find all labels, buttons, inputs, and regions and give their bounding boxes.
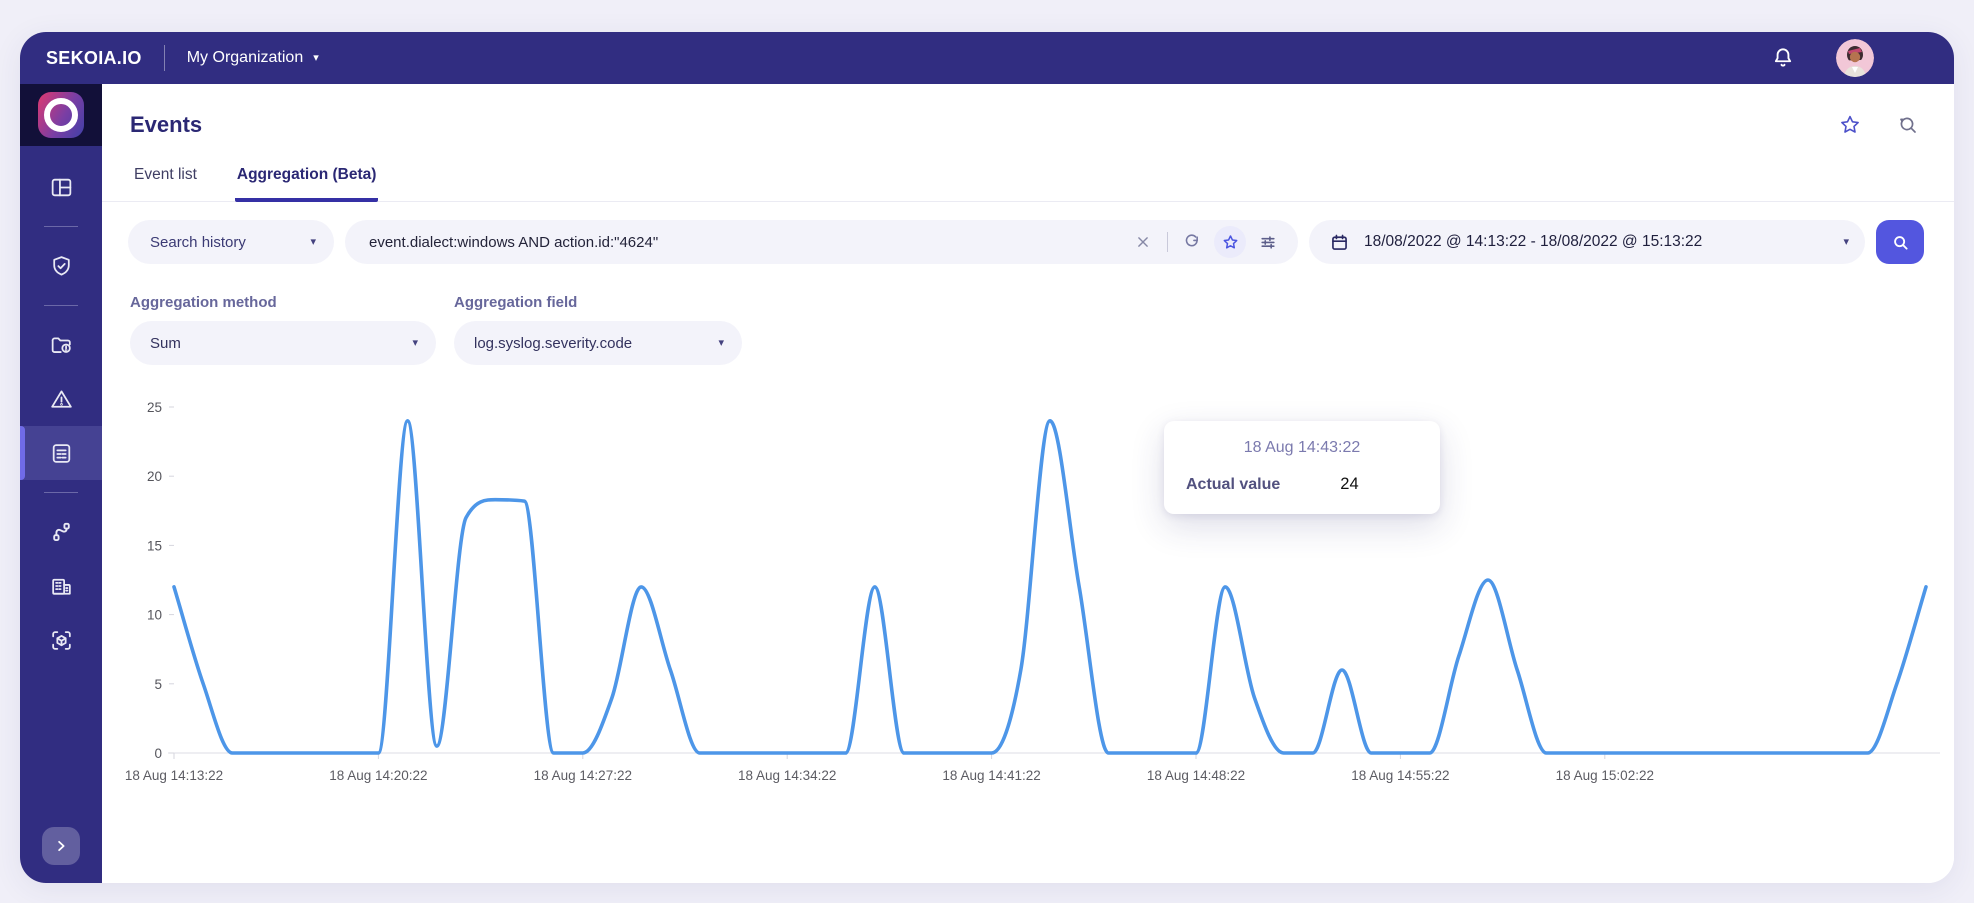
topbar-divider (163, 45, 165, 71)
main-content: Events Event list Aggregation (Beta) Sea… (102, 84, 1954, 883)
calendar-icon (1332, 234, 1347, 250)
y-axis-label: 10 (147, 608, 162, 623)
active-item-accent (20, 426, 25, 480)
aggregation-field-select[interactable]: log.syslog.severity.code ▾ (454, 321, 742, 365)
x-axis-label: 18 Aug 14:55:22 (1351, 768, 1449, 783)
y-axis-label: 25 (147, 400, 162, 415)
page-title: Events (130, 112, 203, 137)
date-range-picker[interactable]: 18/08/2022 @ 14:13:22 - 18/08/2022 @ 15:… (1309, 220, 1865, 264)
user-avatar[interactable] (1836, 39, 1874, 77)
alert-triangle-icon (50, 389, 72, 408)
notifications-button[interactable] (1770, 45, 1796, 71)
brand-logo-text: SEKOIA.IO (46, 47, 142, 68)
sidebar-divider (44, 492, 78, 493)
x-axis-label: 18 Aug 14:13:22 (125, 768, 223, 783)
query-field (345, 220, 1298, 264)
tooltip-time: 18 Aug 14:43:22 (1243, 439, 1361, 456)
sidebar-divider (44, 305, 78, 306)
tab-aggregation[interactable]: Aggregation (Beta) (234, 166, 379, 202)
sidebar-item-playground[interactable] (20, 613, 102, 667)
sekoia-logo-icon (38, 92, 84, 138)
x-axis-label: 18 Aug 14:34:22 (738, 768, 836, 783)
x-axis-label: 18 Aug 14:41:22 (942, 768, 1040, 783)
sidebar-item-community[interactable] (20, 559, 102, 613)
tab-event-list[interactable]: Event list (132, 166, 199, 201)
x-axis-label: 18 Aug 14:48:22 (1147, 768, 1245, 783)
y-axis-label: 15 (147, 538, 162, 553)
favorite-star-icon (1841, 115, 1859, 133)
refresh-icon (1185, 234, 1198, 247)
sidebar-item-events[interactable] (20, 426, 102, 480)
search-query-input[interactable] (367, 232, 1127, 252)
clear-icon (1138, 237, 1148, 247)
search-history-dropdown[interactable]: Search history ▾ (128, 220, 334, 264)
sidebar-item-dashboard[interactable] (20, 160, 102, 214)
chevron-down-icon: ▾ (1843, 235, 1849, 248)
clear-query-button[interactable] (1127, 226, 1159, 258)
advanced-filters-button[interactable] (1252, 226, 1284, 258)
chevron-down-icon: ▾ (310, 235, 316, 248)
x-axis-label: 18 Aug 14:20:22 (329, 768, 427, 783)
y-axis-label: 20 (147, 469, 162, 484)
sidebar-item-alerts[interactable] (20, 372, 102, 426)
chevron-down-icon: ▾ (718, 336, 724, 349)
line-chart: 0 5 10 15 20 25 18 Aug 14:13:22 18 Aug 14:20:22… (125, 400, 1940, 783)
chevron-down-icon: ▾ (412, 336, 418, 349)
aggregation-method-label: Aggregation method (130, 294, 277, 311)
sidebar-item-intakes[interactable] (20, 505, 102, 559)
chevron-down-icon: ▾ (313, 51, 319, 64)
aggregation-chart: 0 5 10 15 20 25 18 Aug 14:13:22 18 Aug 14:20:22… (116, 391, 1944, 801)
shield-check-icon (52, 255, 70, 276)
chevron-right-icon (58, 840, 65, 852)
app-window: SEKOIA.IO My Organization ▾ Events Event… (20, 32, 1954, 883)
tooltip-value: 24 (1340, 475, 1359, 493)
sidebar-divider (44, 226, 78, 227)
aggregation-controls: Aggregation method Sum ▾ Aggregation fie… (130, 294, 1924, 365)
favorite-page-button[interactable] (1838, 113, 1862, 137)
y-axis-label: 0 (154, 746, 162, 761)
bell-icon (1774, 48, 1792, 67)
icon-separator (1167, 232, 1168, 252)
refresh-query-button[interactable] (1176, 226, 1208, 258)
building-icon (51, 578, 71, 595)
document-lines-icon (52, 443, 70, 463)
chart-line-actual-value (172, 419, 1928, 755)
folder-info-icon (51, 337, 71, 353)
date-range-value: 18/08/2022 @ 14:13:22 - 18/08/2022 @ 15:… (1364, 233, 1703, 250)
search-icon (1893, 235, 1908, 250)
run-search-button[interactable] (1876, 220, 1924, 264)
top-bar: SEKOIA.IO My Organization ▾ (20, 32, 1954, 84)
search-history-icon (1900, 117, 1916, 133)
search-bar: Search history ▾ event.dialect:windows A… (128, 220, 1924, 264)
save-search-button[interactable] (1214, 226, 1246, 258)
aggregation-method-select[interactable]: Sum ▾ (130, 321, 436, 365)
sidebar-logo[interactable] (20, 84, 102, 146)
filter-sliders-icon (1261, 236, 1275, 249)
x-axis-label: 18 Aug 14:27:22 (534, 768, 632, 783)
aggregation-method-value: Sum (150, 334, 181, 352)
aggregation-field-value: log.syslog.severity.code (474, 334, 633, 352)
search-history-label: Search history (150, 233, 246, 251)
sidebar-item-protect[interactable] (20, 239, 102, 293)
avatar-image (1836, 39, 1874, 77)
tab-bar: Event list Aggregation (Beta) (102, 166, 1954, 202)
organization-name: My Organization (186, 49, 304, 66)
aggregation-field-label: Aggregation field (454, 294, 578, 311)
cube-scan-icon (51, 630, 71, 650)
x-axis-label: 18 Aug 15:02:22 (1556, 768, 1654, 783)
sidebar-nav (20, 84, 102, 883)
save-star-icon (1223, 234, 1237, 249)
sidebar-item-intelligence[interactable] (20, 318, 102, 372)
panels-dashboard-icon (51, 178, 71, 196)
organization-switcher[interactable]: My Organization ▾ (187, 49, 319, 67)
tooltip-series-label: Actual value (1186, 475, 1281, 493)
search-history-button[interactable] (1896, 113, 1920, 137)
y-axis-label: 5 (154, 677, 162, 692)
sidebar-expand-button[interactable] (42, 827, 80, 865)
cable-intake-icon (52, 522, 70, 541)
chart-tooltip: 18 Aug 14:43:22 Actual value 24 (1164, 421, 1440, 514)
